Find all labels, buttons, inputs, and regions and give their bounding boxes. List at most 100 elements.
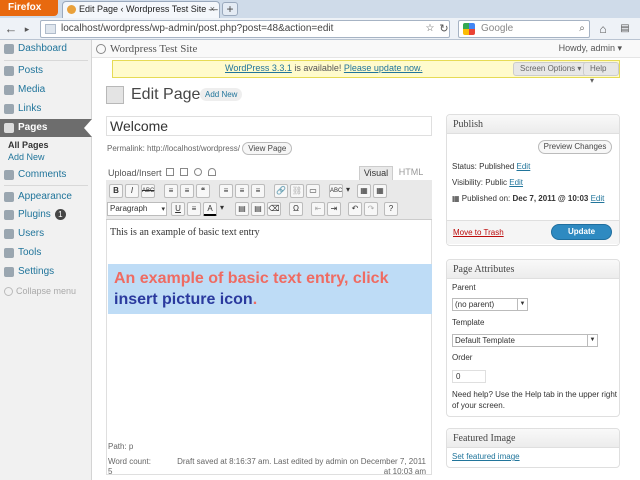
- paste-word-button[interactable]: ▤: [251, 202, 265, 216]
- remove-format-button[interactable]: ⌫: [267, 202, 281, 216]
- posts-icon: [4, 66, 14, 76]
- sidebar-item-tools[interactable]: Tools: [0, 244, 92, 262]
- editor-area[interactable]: [106, 180, 432, 475]
- site-title[interactable]: Wordpress Test Site: [96, 43, 197, 55]
- collapse-menu-button[interactable]: Collapse menu: [4, 286, 76, 297]
- reload-icon[interactable]: ↻: [438, 20, 450, 38]
- align-left-button[interactable]: ≡: [219, 184, 233, 198]
- sidebar-item-dashboard[interactable]: Dashboard: [0, 40, 92, 58]
- featured-image-header[interactable]: Featured Image: [447, 429, 619, 448]
- firefox-menu-button[interactable]: Firefox: [0, 0, 58, 16]
- template-select[interactable]: Default Template ▼: [452, 334, 598, 347]
- bullet-list-button[interactable]: ≡: [164, 184, 178, 198]
- undo-button[interactable]: ↶: [348, 202, 362, 216]
- site-identity-icon[interactable]: [45, 24, 56, 34]
- view-page-button[interactable]: View Page: [242, 142, 293, 155]
- align-right-button[interactable]: ≡: [251, 184, 265, 198]
- unlink-button[interactable]: ⛓: [290, 184, 304, 198]
- browser-tab[interactable]: Edit Page ‹ Wordpress Test Site — Word..…: [62, 1, 220, 18]
- url-input[interactable]: localhost/wordpress/wp-admin/post.php?po…: [40, 20, 450, 38]
- appearance-icon: [4, 192, 14, 202]
- tools-icon: [4, 248, 14, 258]
- parent-select[interactable]: (no parent) ▼: [452, 298, 528, 311]
- sidebar-item-links[interactable]: Links: [0, 100, 92, 118]
- sidebar-item-pages[interactable]: Pages: [0, 119, 92, 137]
- edit-status-link[interactable]: Edit: [517, 162, 531, 171]
- fullscreen-button[interactable]: ▦: [357, 184, 371, 198]
- new-tab-button[interactable]: +: [222, 2, 238, 16]
- editor-content-text[interactable]: This is an example of basic text entry: [110, 227, 260, 238]
- redo-button[interactable]: ↷: [364, 202, 378, 216]
- sidebar-item-plugins[interactable]: Plugins 1: [0, 206, 92, 224]
- search-placeholder: Google: [481, 23, 514, 34]
- text-color-dropdown-icon[interactable]: ▾: [217, 202, 227, 216]
- set-featured-image-link[interactable]: Set featured image: [452, 452, 520, 461]
- italic-button[interactable]: I: [125, 184, 139, 198]
- preview-changes-button[interactable]: Preview Changes: [538, 140, 612, 154]
- bookmarks-icon[interactable]: ▤: [616, 20, 634, 38]
- permalink-text[interactable]: Permalink: http://localhost/wordpress/: [107, 144, 240, 153]
- outdent-button[interactable]: ⇤: [311, 202, 325, 216]
- add-audio-icon[interactable]: [194, 168, 202, 176]
- insert-link-button[interactable]: 🔗: [274, 184, 288, 198]
- add-video-icon[interactable]: [180, 168, 188, 176]
- help-button[interactable]: Help ▾: [583, 62, 619, 85]
- home-icon[interactable]: ⌂: [596, 20, 610, 38]
- settings-icon: [4, 267, 14, 277]
- strikethrough-button[interactable]: ABC: [141, 184, 155, 198]
- sidebar-item-appearance[interactable]: Appearance: [0, 188, 92, 206]
- kitchen-sink-button[interactable]: ▦: [373, 184, 387, 198]
- numbered-list-button[interactable]: ≡: [180, 184, 194, 198]
- page-attributes-header[interactable]: Page Attributes: [447, 260, 619, 279]
- paste-text-button[interactable]: ▤: [235, 202, 249, 216]
- add-media-icon[interactable]: [208, 168, 216, 176]
- annotation-callout: An example of basic text entry, click in…: [108, 264, 432, 314]
- edit-visibility-link[interactable]: Edit: [509, 178, 523, 187]
- sidebar-separator: [4, 185, 88, 186]
- forward-arrow-icon[interactable]: ▸: [20, 20, 34, 38]
- underline-button[interactable]: U: [171, 202, 185, 216]
- add-new-button[interactable]: Add New: [200, 88, 243, 101]
- edit-date-link[interactable]: Edit: [591, 194, 605, 203]
- sidebar-item-media[interactable]: Media: [0, 81, 92, 99]
- sidebar-item-users[interactable]: Users: [0, 225, 92, 243]
- google-icon[interactable]: [463, 23, 475, 35]
- sidebar-subitem-all-pages[interactable]: All Pages: [8, 139, 49, 151]
- sidebar-item-posts[interactable]: Posts: [0, 62, 92, 80]
- publish-header[interactable]: Publish: [447, 115, 619, 134]
- add-image-icon[interactable]: [166, 168, 174, 176]
- bold-button[interactable]: B: [109, 184, 123, 198]
- update-now-link[interactable]: Please update now.: [344, 63, 423, 73]
- align-center-button[interactable]: ≡: [235, 184, 249, 198]
- tab-close-icon[interactable]: ×: [210, 2, 215, 17]
- tab-favicon-icon: [67, 5, 76, 14]
- blockquote-button[interactable]: ❝: [196, 184, 210, 198]
- post-title-input[interactable]: Welcome: [106, 116, 432, 136]
- tab-visual[interactable]: Visual: [359, 166, 393, 180]
- wordpress-version-link[interactable]: WordPress 3.3.1: [225, 63, 292, 73]
- star-icon[interactable]: ☆: [424, 20, 436, 38]
- text-color-button[interactable]: A: [203, 202, 217, 216]
- sidebar-item-comments[interactable]: Comments: [0, 166, 92, 184]
- format-select[interactable]: Paragraph ▾: [107, 202, 167, 216]
- search-input[interactable]: Google: [458, 20, 590, 38]
- tab-title: Edit Page ‹ Wordpress Test Site — Word..…: [79, 4, 219, 14]
- search-magnifier-icon[interactable]: ⌕: [576, 20, 588, 38]
- help-icon[interactable]: ?: [384, 202, 398, 216]
- user-menu[interactable]: Howdy, admin ▾: [559, 43, 622, 54]
- sidebar-subitem-add-new[interactable]: Add New: [8, 151, 45, 163]
- spellcheck-button[interactable]: ABC: [329, 184, 343, 198]
- back-arrow-icon[interactable]: ←: [4, 20, 18, 38]
- order-input[interactable]: 0: [452, 370, 486, 383]
- sidebar-item-settings[interactable]: Settings: [0, 263, 92, 281]
- screen-options-button[interactable]: Screen Options ▾: [513, 62, 589, 76]
- justify-button[interactable]: ≡: [187, 202, 201, 216]
- move-to-trash-link[interactable]: Move to Trash: [453, 228, 504, 237]
- insert-more-button[interactable]: ▭: [306, 184, 320, 198]
- admin-header: Wordpress Test Site Howdy, admin ▾: [92, 40, 640, 58]
- special-character-button[interactable]: Ω: [289, 202, 303, 216]
- update-button[interactable]: Update: [551, 224, 612, 240]
- spellcheck-dropdown-icon[interactable]: ▾: [343, 184, 353, 198]
- tab-html[interactable]: HTML: [395, 166, 427, 180]
- indent-button[interactable]: ⇥: [327, 202, 341, 216]
